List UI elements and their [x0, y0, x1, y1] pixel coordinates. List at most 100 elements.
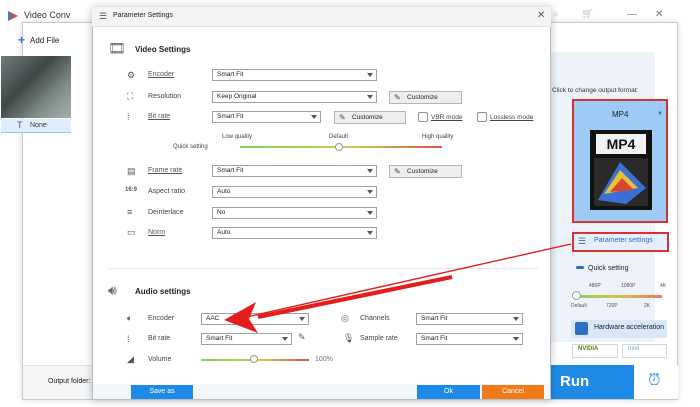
quick-setting-knob[interactable] — [572, 291, 581, 300]
chevron-down-icon — [282, 337, 288, 341]
lossless-mode-checkbox[interactable] — [477, 112, 487, 122]
format-name: MP4 — [612, 110, 629, 119]
quick-tick-default: Default — [571, 303, 587, 309]
quick-tick-720p: 720P — [606, 303, 618, 309]
framerate-select[interactable]: Smart Fit — [212, 165, 377, 177]
mic-icon[interactable]: ⌕ — [553, 9, 559, 20]
chevron-down-icon — [367, 190, 373, 194]
aspect-ratio-value: Auto — [217, 188, 231, 195]
vbr-mode-label[interactable]: VBR mode — [431, 114, 462, 121]
video-encoder-select[interactable]: Smart Fit — [212, 69, 377, 81]
framerate-label[interactable]: Frame rate — [148, 167, 182, 174]
intel-label: Intel — [628, 346, 640, 352]
quality-slider-knob[interactable] — [335, 143, 343, 151]
framerate-customize-button[interactable]: ✎ Customize — [389, 165, 462, 178]
speaker-icon: 🔈︎ — [127, 313, 133, 323]
resolution-select[interactable]: Keep Original — [212, 91, 377, 103]
chevron-down-icon — [513, 317, 519, 321]
sample-rate-label: Sample rate — [360, 335, 398, 342]
aspect-ratio-icon: 16:9 — [125, 187, 138, 193]
format-hint: Click to change output format: — [552, 87, 639, 94]
audio-bitrate-select[interactable]: Smart Fit — [201, 333, 292, 345]
deinterlace-select[interactable]: No — [212, 207, 377, 219]
pencil-icon: ✎ — [339, 113, 346, 122]
low-quality-label: Low quality — [222, 134, 253, 140]
aspect-ratio-label: Aspect ratio — [148, 188, 185, 195]
quick-setting-label: Quick setting — [173, 144, 208, 150]
bitrate-customize-button[interactable]: ✎ Customize — [334, 111, 406, 124]
alarm-clock-icon: ⏰︎ — [648, 372, 661, 389]
high-quality-label: High quality — [422, 134, 454, 140]
resolution-label: Resolution — [148, 93, 182, 100]
quick-tick-2k: 2K — [644, 303, 651, 309]
norm-label[interactable]: Norm — [148, 229, 165, 236]
chevron-down-icon — [367, 169, 373, 173]
audio-encoder-select[interactable]: AAC — [201, 313, 309, 325]
chevron-down-icon — [299, 317, 305, 321]
volume-label: Volume — [148, 356, 172, 363]
dropdown-arrow-icon[interactable]: ▼ — [657, 111, 663, 117]
hardware-acceleration-label: Hardware acceleration — [594, 324, 665, 331]
ok-button[interactable]: Ok — [417, 385, 480, 399]
encoder-label[interactable]: Encoder — [148, 71, 174, 78]
quick-tick-1080p: 1080P — [621, 283, 636, 289]
mp4-image-text: MP4 — [607, 136, 636, 152]
audio-settings-title: Audio settings — [135, 287, 191, 296]
bitrate-label[interactable]: Bit rate — [148, 113, 170, 120]
cancel-label: Cancel — [502, 388, 524, 395]
video-encoder-value: Smart Fit — [217, 71, 244, 78]
save-as-button[interactable]: Save as — [131, 385, 193, 399]
video-thumbnail[interactable] — [1, 56, 71, 118]
app-logo-icon — [8, 11, 18, 21]
audio-bitrate-icon: ⁞ — [127, 334, 130, 344]
vbr-mode-checkbox[interactable] — [418, 112, 428, 122]
quick-setting-slider[interactable] — [576, 295, 662, 298]
parameter-settings-label: Parameter settings — [594, 237, 653, 244]
quick-tick-4k: 4K — [660, 283, 667, 289]
deinterlace-label: Deinterlace — [148, 209, 184, 216]
microphone-icon: 🎙︎ — [343, 333, 355, 343]
text-icon: T — [17, 120, 23, 130]
run-label: Run — [560, 373, 590, 390]
sliders-icon: ☰ — [578, 236, 587, 246]
monitor-icon: ▭ — [127, 227, 136, 237]
video-bitrate-select[interactable]: Smart Fit — [212, 111, 321, 123]
lossless-mode-label[interactable]: Lossless mode — [490, 114, 533, 121]
resolution-value: Keep Original — [217, 93, 257, 100]
video-settings-title: Video Settings — [135, 45, 191, 54]
cancel-button[interactable]: Cancel — [482, 385, 544, 399]
chevron-down-icon — [513, 337, 519, 341]
close-icon[interactable]: ✕ — [537, 10, 545, 21]
section-divider — [108, 268, 538, 269]
mp4-format-icon: MP4 — [590, 130, 652, 210]
close-window-icon[interactable]: ✕ — [655, 9, 663, 20]
framerate-value: Smart Fit — [217, 167, 244, 174]
ok-label: Ok — [444, 388, 453, 395]
pencil-icon: ✎ — [394, 93, 401, 102]
cart-icon[interactable]: 🛒︎ — [581, 9, 594, 20]
resolution-customize-button[interactable]: ✎ Customize — [389, 91, 462, 104]
volume-slider-knob[interactable] — [250, 355, 258, 363]
aspect-ratio-select[interactable]: Auto — [212, 186, 377, 198]
subtitle-value: None — [30, 122, 47, 129]
chevron-down-icon — [311, 115, 317, 119]
add-icon[interactable]: + — [18, 33, 25, 47]
channels-select[interactable]: Smart Fit — [416, 313, 523, 325]
pencil-icon[interactable]: ✎ — [298, 332, 306, 343]
add-files-button[interactable]: Add File — [30, 36, 59, 45]
pencil-icon: ✎ — [394, 167, 401, 176]
minimize-icon[interactable]: — — [627, 9, 637, 20]
resolution-icon: ⛶ — [127, 91, 134, 101]
quick-setting-label: Quick setting — [588, 265, 629, 272]
deinterlace-icon: ≡ — [127, 207, 133, 217]
video-bitrate-value: Smart Fit — [217, 113, 244, 120]
deinterlace-value: No — [217, 209, 226, 216]
chip-icon — [575, 322, 588, 335]
bitrate-icon: ⁞ — [127, 112, 130, 122]
norm-value: Auto — [217, 229, 231, 236]
default-quality-label: Default — [329, 134, 349, 140]
norm-select[interactable]: Auto — [212, 227, 377, 239]
chevron-down-icon — [367, 73, 373, 77]
chevron-down-icon — [367, 211, 373, 215]
sample-rate-select[interactable]: Smart Fit — [416, 333, 523, 345]
